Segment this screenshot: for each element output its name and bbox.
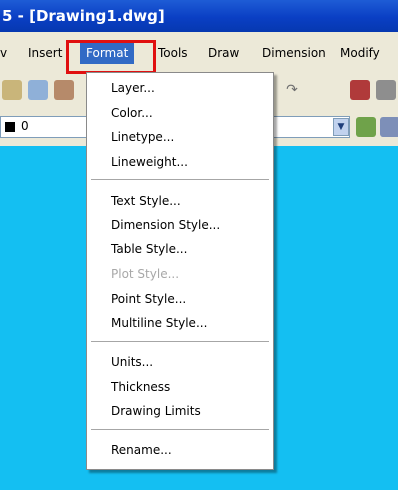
menu-separator — [91, 341, 269, 343]
menu-item-table-style[interactable]: Table Style... — [111, 242, 187, 256]
redo-icon[interactable]: ↷ — [282, 80, 302, 100]
menu-item-lineweight[interactable]: Lineweight... — [111, 155, 188, 169]
layer-previous-icon[interactable] — [380, 117, 398, 137]
layer-states-icon[interactable] — [356, 117, 376, 137]
menu-item-plot-style: Plot Style... — [111, 267, 180, 281]
title-bar: 5 - [Drawing1.dwg] — [0, 0, 398, 32]
menu-separator — [91, 179, 269, 181]
menu-item-point-style[interactable]: Point Style... — [111, 292, 186, 306]
menu-modify[interactable]: Modify — [340, 42, 380, 64]
current-layer-name: 0 — [21, 119, 29, 133]
menu-item-multiline-style[interactable]: Multiline Style... — [111, 316, 207, 330]
menu-separator — [91, 429, 269, 431]
menu-item-color[interactable]: Color... — [111, 106, 153, 120]
publish-icon[interactable] — [54, 80, 74, 100]
application-window: 5 - [Drawing1.dwg] v Insert Format Tools… — [0, 0, 398, 490]
menu-insert[interactable]: Insert — [28, 42, 62, 64]
menu-item-linetype[interactable]: Linetype... — [111, 130, 174, 144]
menu-item-text-style[interactable]: Text Style... — [111, 194, 181, 208]
toolbar-open-icon[interactable] — [2, 80, 22, 100]
plot-preview-icon[interactable] — [28, 80, 48, 100]
menu-item-dimension-style[interactable]: Dimension Style... — [111, 218, 220, 232]
menu-bar: v Insert Format Tools Draw Dimension Mod… — [0, 32, 398, 72]
menu-dimension[interactable]: Dimension — [262, 42, 326, 64]
format-dropdown-menu: Layer... Color... Linetype... Lineweight… — [86, 72, 274, 470]
menu-draw[interactable]: Draw — [208, 42, 239, 64]
menu-tools[interactable]: Tools — [158, 42, 188, 64]
menu-item-thickness[interactable]: Thickness — [111, 380, 170, 394]
match-properties-icon[interactable] — [350, 80, 370, 100]
pan-icon[interactable] — [376, 80, 396, 100]
format-menu-highlight — [66, 40, 156, 74]
menu-item-drawing-limits[interactable]: Drawing Limits — [111, 404, 201, 418]
menu-item-rename[interactable]: Rename... — [111, 443, 172, 457]
menu-view[interactable]: v — [0, 42, 7, 64]
window-title: 5 - [Drawing1.dwg] — [2, 7, 165, 25]
menu-item-layer[interactable]: Layer... — [111, 81, 155, 95]
menu-item-units[interactable]: Units... — [111, 355, 153, 369]
layer-color-swatch — [5, 122, 15, 132]
chevron-down-icon[interactable]: ▼ — [333, 118, 349, 136]
